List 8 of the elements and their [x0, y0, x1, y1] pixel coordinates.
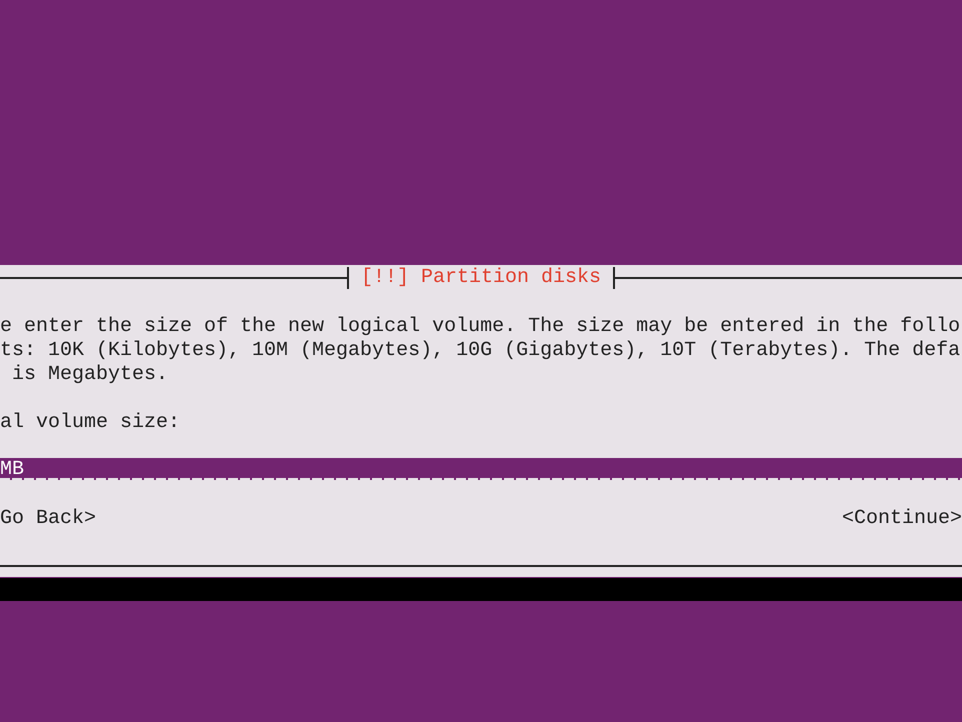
description-line: e enter the size of the new logical volume. The size may be entered in the follo [0, 315, 962, 339]
dialog-title: [!!] Partition disks [346, 267, 616, 289]
go-back-button[interactable]: Go Back> [0, 507, 96, 531]
field-label: al volume size: [0, 411, 182, 435]
continue-button[interactable]: <Continue> [842, 507, 962, 531]
description-line: ts: 10K (Kilobytes), 10M (Megabytes), 10G (Gigabytes), 10T (Terabytes). The defa [0, 339, 962, 363]
input-field[interactable]: MB [0, 458, 962, 480]
description-line: is Megabytes. [11, 363, 170, 387]
